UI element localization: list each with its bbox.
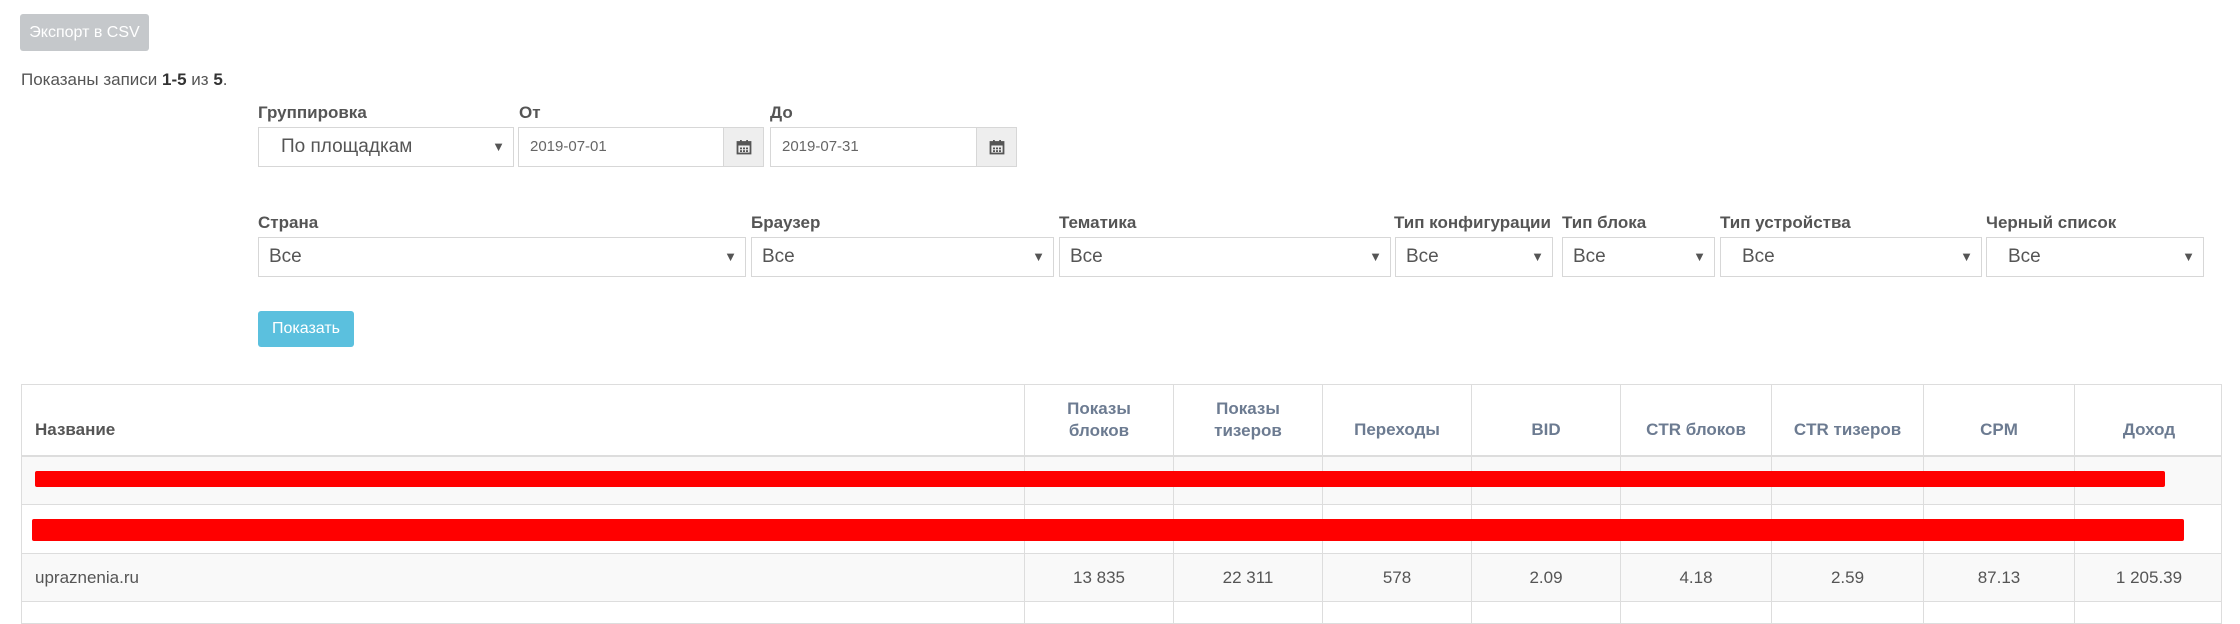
- blacklist-select[interactable]: Все ▼: [1986, 237, 2204, 277]
- table-cell: [2074, 602, 2221, 623]
- device-type-select[interactable]: Все ▼: [1720, 237, 1982, 277]
- summary-middle: из: [186, 70, 214, 89]
- column-header-clicks[interactable]: Переходы: [1322, 385, 1471, 455]
- device-type-label: Тип устройства: [1720, 213, 1851, 232]
- country-select[interactable]: Все ▼: [258, 237, 746, 277]
- column-header-bid[interactable]: BID: [1471, 385, 1620, 455]
- from-date-input[interactable]: 2019-07-01: [518, 127, 724, 167]
- row-cpm: 87.13: [1923, 554, 2074, 601]
- column-header-teaser-impressions[interactable]: Показы тизеров: [1173, 385, 1322, 455]
- chevron-down-icon: ▼: [1960, 249, 1973, 264]
- config-type-select[interactable]: Все ▼: [1395, 237, 1553, 277]
- column-header-ctr-teasers[interactable]: CTR тизеров: [1771, 385, 1923, 455]
- calendar-icon: [736, 140, 751, 155]
- chevron-down-icon: ▼: [1531, 249, 1544, 264]
- table-cell: [1471, 602, 1620, 623]
- summary-range: 1-5: [162, 70, 187, 89]
- topic-value: Все: [1070, 246, 1103, 267]
- table-cell: [1024, 602, 1173, 623]
- chevron-down-icon: ▼: [1693, 249, 1706, 264]
- browser-label: Браузер: [751, 213, 821, 232]
- from-label: От: [519, 103, 541, 122]
- stats-table: Название Показы блоков Показы тизеров Пе…: [21, 384, 2222, 624]
- row-bid: 2.09: [1471, 554, 1620, 601]
- export-csv-button[interactable]: Экспорт в CSV: [20, 14, 149, 51]
- table-cell: [1322, 602, 1471, 623]
- topic-label: Тематика: [1059, 213, 1137, 232]
- chevron-down-icon: ▼: [2182, 249, 2195, 264]
- row-ctr-teasers: 2.59: [1771, 554, 1923, 601]
- table-row: upraznenia.ru 13 835 22 311 578 2.09 4.1…: [22, 554, 2221, 602]
- table-cell: [1173, 602, 1322, 623]
- grouping-label: Группировка: [258, 103, 367, 122]
- summary-prefix: Показаны записи: [21, 70, 162, 89]
- block-type-value: Все: [1573, 246, 1606, 267]
- column-header-teaser-impressions-label: Показы тизеров: [1214, 399, 1282, 440]
- topic-select[interactable]: Все ▼: [1059, 237, 1391, 277]
- to-calendar-button[interactable]: [976, 127, 1017, 167]
- grouping-value: По площадкам: [281, 136, 413, 157]
- show-button[interactable]: Показать: [258, 311, 354, 347]
- block-type-select[interactable]: Все ▼: [1562, 237, 1715, 277]
- row-site-name[interactable]: upraznenia.ru: [22, 554, 1024, 601]
- chevron-down-icon: ▼: [724, 249, 737, 264]
- table-cell: [1620, 602, 1771, 623]
- browser-select[interactable]: Все ▼: [751, 237, 1054, 277]
- to-date-value: 2019-07-31: [782, 138, 859, 155]
- from-date-value: 2019-07-01: [530, 138, 607, 155]
- to-label: До: [770, 103, 793, 122]
- row-teaser-impressions: 22 311: [1173, 554, 1322, 601]
- row-income: 1 205.39: [2074, 554, 2221, 601]
- column-header-ctr-blocks[interactable]: CTR блоков: [1620, 385, 1771, 455]
- browser-value: Все: [762, 246, 795, 267]
- summary-suffix: .: [222, 70, 228, 89]
- table-row: [22, 602, 2221, 623]
- row-ctr-blocks: 4.18: [1620, 554, 1771, 601]
- column-header-name[interactable]: Название: [22, 385, 1024, 455]
- blacklist-value: Все: [2008, 246, 2041, 267]
- row-block-impressions: 13 835: [1024, 554, 1173, 601]
- from-calendar-button[interactable]: [723, 127, 764, 167]
- table-header: Название Показы блоков Показы тизеров Пе…: [22, 385, 2221, 457]
- redaction-bar: [32, 519, 2184, 541]
- redaction-bar: [35, 471, 2165, 487]
- grouping-select[interactable]: По площадкам ▼: [258, 127, 514, 167]
- blacklist-label: Черный список: [1986, 213, 2117, 232]
- column-header-income[interactable]: Доход: [2074, 385, 2221, 455]
- country-value: Все: [269, 246, 302, 267]
- config-type-value: Все: [1406, 246, 1439, 267]
- chevron-down-icon: ▼: [492, 139, 505, 154]
- row-clicks: 578: [1322, 554, 1471, 601]
- config-type-label: Тип конфигурации: [1394, 213, 1551, 232]
- to-date-input[interactable]: 2019-07-31: [770, 127, 977, 167]
- column-header-cpm[interactable]: CPM: [1923, 385, 2074, 455]
- column-header-block-impressions[interactable]: Показы блоков: [1024, 385, 1173, 455]
- table-cell: [1923, 602, 2074, 623]
- column-header-block-impressions-label: Показы блоков: [1067, 399, 1131, 440]
- block-type-label: Тип блока: [1562, 213, 1647, 232]
- table-cell: [1771, 602, 1923, 623]
- chevron-down-icon: ▼: [1032, 249, 1045, 264]
- chevron-down-icon: ▼: [1369, 249, 1382, 264]
- country-label: Страна: [258, 213, 319, 232]
- records-summary: Показаны записи 1-5 из 5.: [21, 70, 228, 90]
- calendar-icon: [989, 140, 1004, 155]
- summary-total: 5: [213, 70, 223, 89]
- device-type-value: Все: [1742, 246, 1775, 267]
